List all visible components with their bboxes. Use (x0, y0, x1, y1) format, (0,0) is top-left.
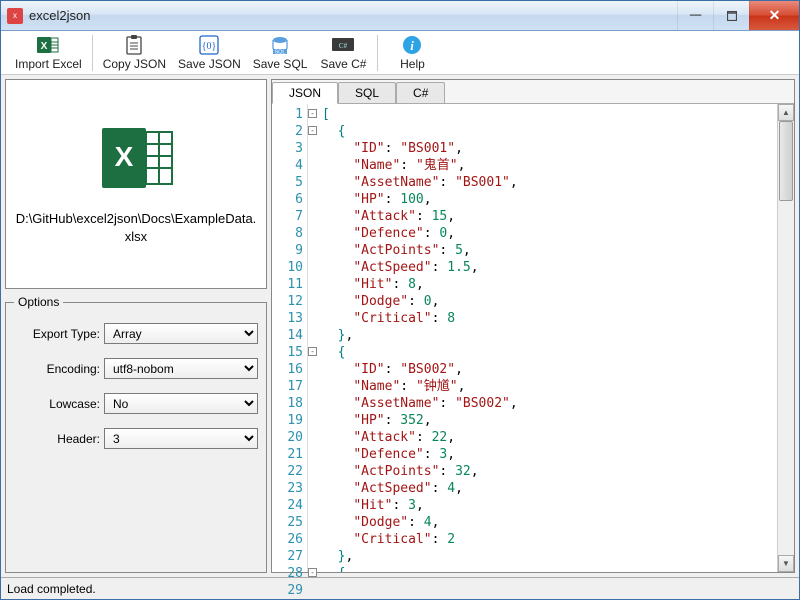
left-pane: X D:\GitHub\excel2json\Docs\ExampleData.… (5, 79, 267, 573)
header-label: Header: (14, 432, 104, 446)
options-group: Options Export Type: Array Encoding: utf… (5, 295, 267, 573)
window-title: excel2json (29, 8, 677, 23)
vertical-scrollbar[interactable]: ▲ ▼ (777, 104, 794, 572)
tab-sql[interactable]: SQL (338, 82, 396, 103)
svg-text:{0}: {0} (202, 41, 217, 52)
window-controls: ─ ✕ (677, 1, 799, 30)
help-button[interactable]: i Help (382, 32, 442, 73)
save-sql-button[interactable]: SQL Save SQL (247, 32, 314, 73)
encoding-label: Encoding: (14, 362, 104, 376)
app-window: x excel2json ─ ✕ X Import Excel Copy JSO… (0, 0, 800, 600)
save-json-button[interactable]: {0} Save JSON (172, 32, 247, 73)
save-json-label: Save JSON (178, 57, 241, 71)
code-content[interactable]: [ { "ID": "BS001", "Name": "鬼首", "AssetN… (308, 104, 777, 572)
titlebar[interactable]: x excel2json ─ ✕ (1, 1, 799, 31)
save-csharp-button[interactable]: C# Save C# (313, 32, 373, 73)
right-pane: JSON SQL C# 1-2-3456789101112131415-1617… (271, 79, 795, 573)
info-icon: i (402, 34, 422, 56)
help-label: Help (400, 57, 425, 71)
file-drop-box[interactable]: X D:\GitHub\excel2json\Docs\ExampleData.… (5, 79, 267, 289)
separator (377, 35, 378, 71)
svg-text:C#: C# (339, 42, 348, 50)
line-gutter: 1-2-3456789101112131415-1617181920212223… (272, 104, 308, 572)
encoding-select[interactable]: utf8-nobom (104, 358, 258, 379)
export-type-label: Export Type: (14, 327, 104, 341)
export-type-select[interactable]: Array (104, 323, 258, 344)
sql-icon: SQL (270, 34, 290, 56)
excel-large-icon: X (96, 122, 176, 194)
save-csharp-label: Save C# (320, 57, 366, 71)
toolbar: X Import Excel Copy JSON {0} Save JSON S… (1, 31, 799, 75)
code-editor[interactable]: 1-2-3456789101112131415-1617181920212223… (272, 104, 794, 572)
save-sql-label: Save SQL (253, 57, 308, 71)
tab-csharp[interactable]: C# (396, 82, 445, 103)
app-icon: x (7, 8, 23, 24)
svg-text:X: X (41, 41, 48, 52)
scroll-up-button[interactable]: ▲ (778, 104, 794, 121)
import-excel-label: Import Excel (15, 57, 82, 71)
status-bar: Load completed. (1, 577, 799, 599)
tab-bar: JSON SQL C# (272, 80, 794, 104)
import-excel-button[interactable]: X Import Excel (9, 32, 88, 73)
clipboard-icon (125, 34, 143, 56)
svg-text:SQL: SQL (275, 50, 286, 56)
lowcase-label: Lowcase: (14, 397, 104, 411)
close-button[interactable]: ✕ (749, 1, 799, 30)
copy-json-label: Copy JSON (103, 57, 166, 71)
file-path-label: D:\GitHub\excel2json\Docs\ExampleData.xl… (14, 210, 258, 246)
copy-json-button[interactable]: Copy JSON (97, 32, 172, 73)
scroll-down-button[interactable]: ▼ (778, 555, 794, 572)
svg-text:i: i (411, 38, 415, 53)
csharp-icon: C# (332, 34, 354, 56)
scroll-thumb[interactable] (779, 121, 793, 201)
header-select[interactable]: 3 (104, 428, 258, 449)
maximize-button[interactable] (713, 1, 749, 30)
separator (92, 35, 93, 71)
content-area: X D:\GitHub\excel2json\Docs\ExampleData.… (1, 75, 799, 577)
minimize-button[interactable]: ─ (677, 1, 713, 30)
lowcase-select[interactable]: No (104, 393, 258, 414)
status-text: Load completed. (7, 582, 96, 596)
excel-icon: X (37, 34, 59, 56)
tab-json[interactable]: JSON (272, 82, 338, 104)
json-icon: {0} (199, 34, 219, 56)
options-legend: Options (14, 295, 63, 309)
svg-text:X: X (115, 141, 134, 172)
